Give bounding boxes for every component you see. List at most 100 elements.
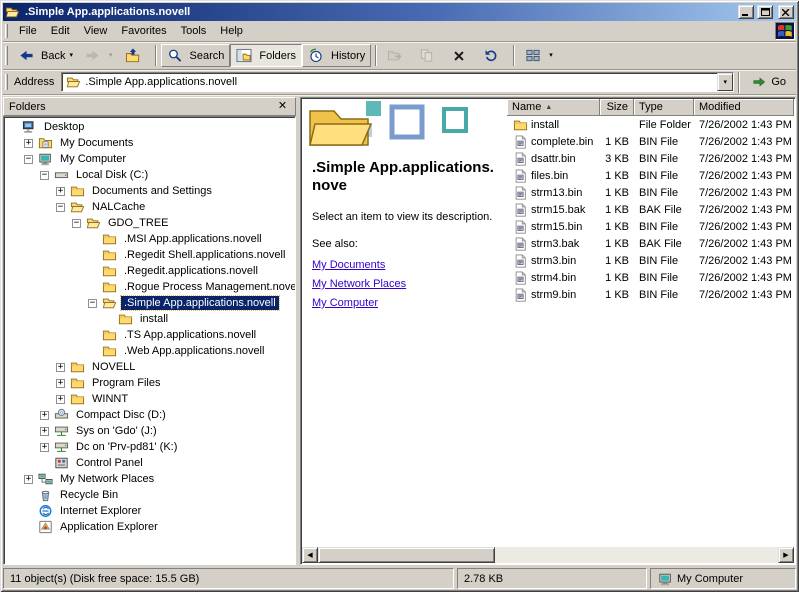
go-button[interactable]: Go [744,71,793,94]
tree-item-label: .MSI App.applications.novell [121,232,265,246]
tree-item[interactable]: +My Documents [4,135,295,151]
tree-item[interactable]: Control Panel [4,455,295,471]
tree-item[interactable]: Desktop [4,119,295,135]
collapse-minus-icon[interactable]: − [72,219,81,228]
tree-item[interactable]: −Local Disk (C:) [4,167,295,183]
toolbar: Back ▾ ▾ Search Folders History [3,42,796,70]
address-input[interactable]: .Simple App.applications.novell ▾ [61,72,734,92]
tree-item[interactable]: .TS App.applications.novell [4,327,295,343]
move-to-button[interactable] [381,44,413,67]
copy-to-button[interactable] [413,44,445,67]
file-row[interactable]: strm13.bin1 KBBIN File7/26/2002 1:43 PM [507,184,794,201]
file-row[interactable]: strm4.bin1 KBBIN File7/26/2002 1:43 PM [507,269,794,286]
expand-plus-icon[interactable]: + [56,395,65,404]
maximize-button[interactable] [757,5,773,19]
menu-item-edit[interactable]: Edit [44,22,77,40]
toolbar-grip[interactable] [5,46,8,65]
collapse-minus-icon[interactable]: − [24,155,33,164]
file-row[interactable]: files.bin1 KBBIN File7/26/2002 1:43 PM [507,167,794,184]
tree-item[interactable]: Internet Explorer [4,503,295,519]
tree-item[interactable]: + My Network Places [4,471,295,487]
collapse-minus-icon[interactable]: − [56,203,65,212]
views-button[interactable]: ▾ [519,44,559,67]
forward-button[interactable]: ▾ [79,44,119,67]
file-row[interactable]: complete.bin1 KBBIN File7/26/2002 1:43 P… [507,133,794,150]
tree-item[interactable]: .Regedit Shell.applications.novell [4,247,295,263]
menu-item-favorites[interactable]: Favorites [114,22,173,40]
folders-panel-close-button[interactable]: ✕ [275,100,290,114]
tree-item[interactable]: .Regedit.applications.novell [4,263,295,279]
folders-button[interactable]: Folders [230,44,302,67]
folder-closed-icon [101,344,117,359]
expand-plus-icon[interactable]: + [40,411,49,420]
collapse-minus-icon[interactable]: − [40,171,49,180]
file-row[interactable]: strm15.bin1 KBBIN File7/26/2002 1:43 PM [507,218,794,235]
tree-item[interactable]: +Dc on 'Prv-pd81' (K:) [4,439,295,455]
tree-item[interactable]: −My Computer [4,151,295,167]
delete-button[interactable] [445,44,477,67]
expand-plus-icon[interactable]: + [40,427,49,436]
address-dropdown-button[interactable]: ▾ [717,73,733,91]
up-button[interactable] [119,44,151,67]
tree-item[interactable]: −GDO_TREE [4,215,295,231]
menu-item-file[interactable]: File [12,22,44,40]
tree-item[interactable]: −.Simple App.applications.novell [4,295,295,311]
close-button[interactable] [778,5,794,19]
expand-plus-icon[interactable]: + [56,379,65,388]
menu-grip[interactable] [5,24,8,38]
file-row[interactable]: strm9.bin1 KBBIN File7/26/2002 1:43 PM [507,286,794,303]
column-header-size[interactable]: Size [600,99,634,116]
horizontal-scrollbar[interactable]: ◀ ▶ [302,547,794,563]
tree-item[interactable]: +Sys on 'Gdo' (J:) [4,423,295,439]
link-my-documents[interactable]: My Documents [312,259,385,271]
tree-item[interactable]: Recycle Bin [4,487,295,503]
link-my-network-places[interactable]: My Network Places [312,278,406,290]
menu-item-view[interactable]: View [77,22,115,40]
expand-plus-icon[interactable]: + [40,443,49,452]
tree-item[interactable]: Application Explorer [4,519,295,535]
folder-closed-icon [101,232,117,247]
address-grip[interactable] [5,74,8,91]
tree-item[interactable]: +NOVELL [4,359,295,375]
column-header-type[interactable]: Type [634,99,694,116]
file-modified: 7/26/2002 1:43 PM [694,238,794,250]
menu-items: FileEditViewFavoritesToolsHelp [12,22,250,40]
undo-button[interactable] [477,44,509,67]
menu-item-tools[interactable]: Tools [174,22,214,40]
tree-item[interactable]: +WINNT [4,391,295,407]
expand-plus-icon[interactable]: + [24,139,33,148]
tree-item[interactable]: +Program Files [4,375,295,391]
expand-plus-icon[interactable]: + [56,363,65,372]
expand-plus-icon[interactable]: + [56,187,65,196]
link-my-computer[interactable]: My Computer [312,297,378,309]
history-button[interactable]: History [302,44,371,67]
tree-item[interactable]: +Documents and Settings [4,183,295,199]
tree-item[interactable]: .MSI App.applications.novell [4,231,295,247]
back-button[interactable]: Back ▾ [12,44,79,67]
expand-plus-icon[interactable]: + [24,475,33,484]
tree-item[interactable]: −NALCache [4,199,295,215]
tree-item[interactable]: .Rogue Process Management.novell [4,279,295,295]
scrollbar-thumb[interactable] [318,547,495,563]
file-row[interactable]: strm3.bin1 KBBIN File7/26/2002 1:43 PM [507,252,794,269]
menu-item-help[interactable]: Help [213,22,250,40]
file-row[interactable]: strm3.bak1 KBBAK File7/26/2002 1:43 PM [507,235,794,252]
tree-item-label: My Network Places [57,472,157,486]
file-size: 1 KB [600,204,634,216]
scroll-right-button[interactable]: ▶ [778,547,794,563]
folder-closed-icon [69,184,85,199]
tree-item[interactable]: install [4,311,295,327]
minimize-button[interactable] [738,5,754,19]
tree-item[interactable]: .Web App.applications.novell [4,343,295,359]
file-row[interactable]: dsattr.bin3 KBBIN File7/26/2002 1:43 PM [507,150,794,167]
file-row[interactable]: strm15.bak1 KBBAK File7/26/2002 1:43 PM [507,201,794,218]
file-row[interactable]: installFile Folder7/26/2002 1:43 PM [507,116,794,133]
search-button[interactable]: Search [161,44,231,67]
tree-item[interactable]: +Compact Disc (D:) [4,407,295,423]
column-header-modified[interactable]: Modified [694,99,794,116]
scroll-left-button[interactable]: ◀ [302,547,318,563]
collapse-minus-icon[interactable]: − [88,299,97,308]
file-size: 3 KB [600,153,634,165]
column-header-name[interactable]: Name▲ [507,99,600,116]
scrollbar-track[interactable] [495,547,778,563]
